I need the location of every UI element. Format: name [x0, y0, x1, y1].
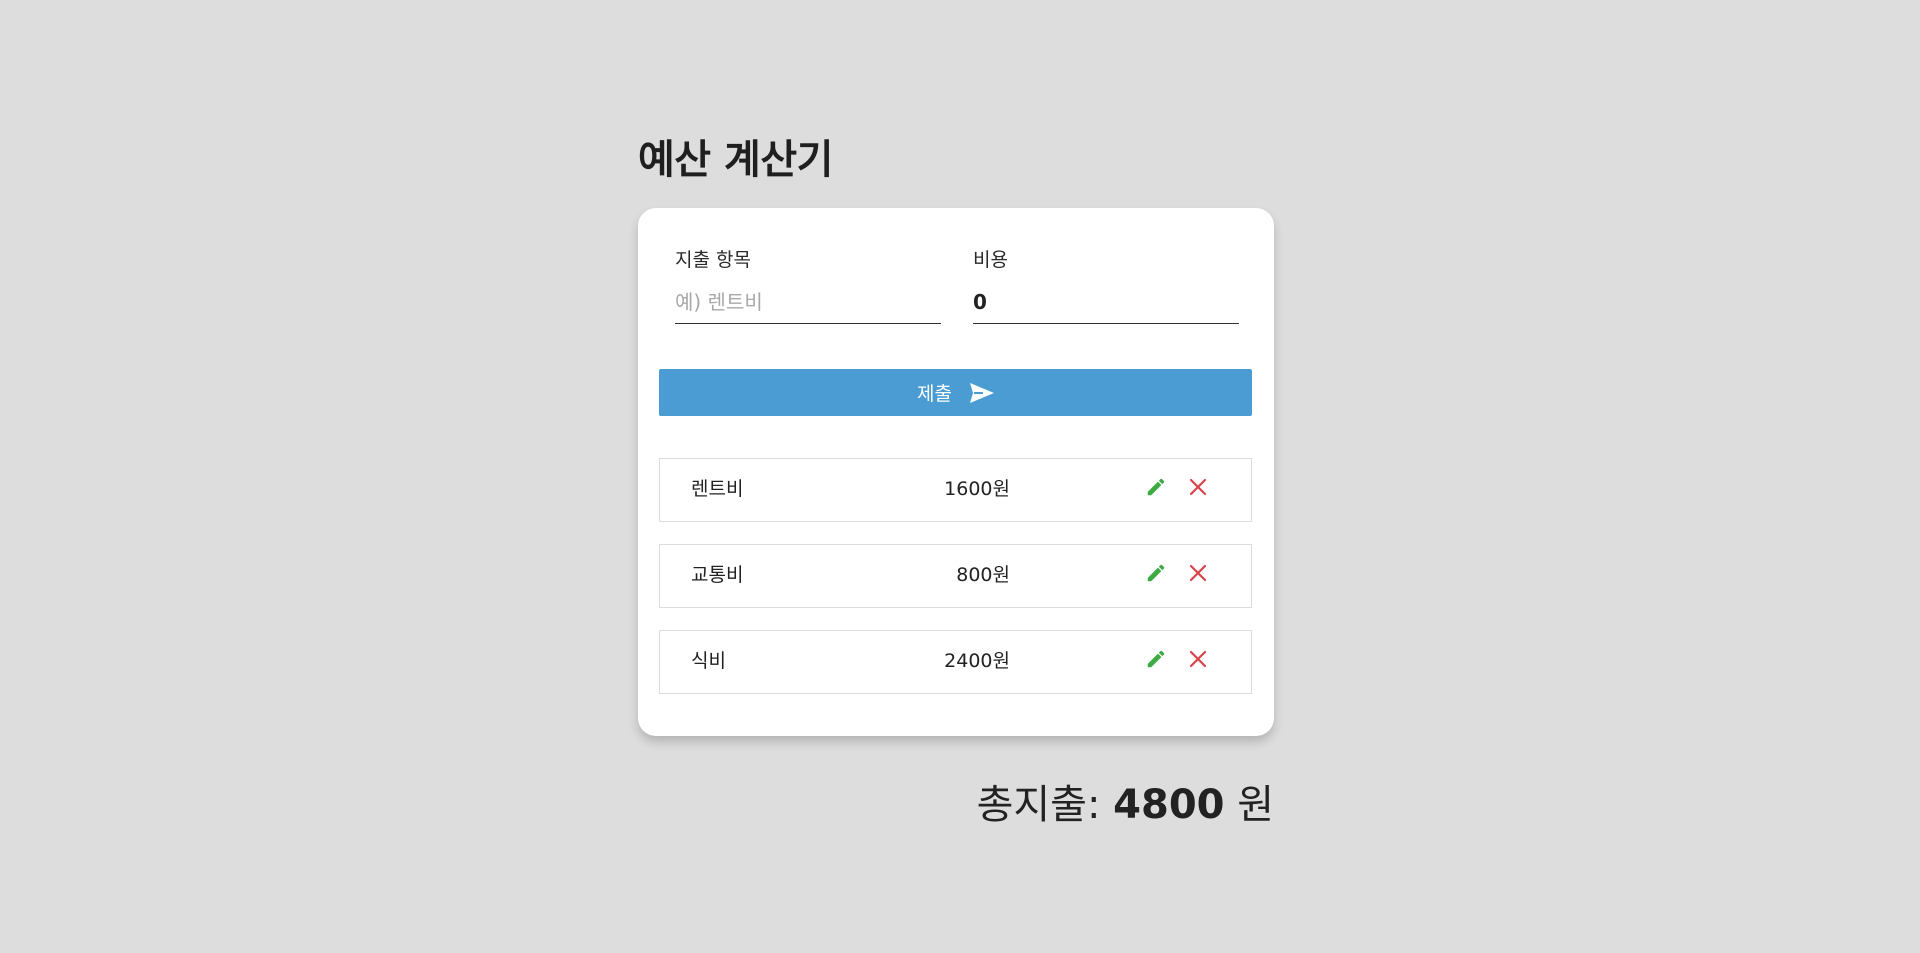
budget-calculator: 예산 계산기 지출 항목 비용 제출 렌트비 1600원 — [638, 130, 1274, 828]
expense-row: 렌트비 1600원 — [659, 458, 1252, 522]
expense-amount: 800원 — [956, 564, 1010, 586]
expense-amount: 2400원 — [944, 650, 1010, 672]
expense-name: 식비 — [691, 650, 726, 672]
cost-field: 비용 — [973, 248, 1239, 324]
close-icon — [1189, 478, 1207, 496]
cost-input[interactable] — [973, 280, 1239, 324]
pencil-icon — [1147, 478, 1165, 496]
expense-card: 지출 항목 비용 제출 렌트비 1600원 — [638, 208, 1274, 736]
edit-button[interactable] — [1144, 647, 1168, 671]
pencil-icon — [1147, 564, 1165, 582]
total-expense: 총지출: 4800 원 — [977, 775, 1274, 835]
expense-amount: 1600원 — [944, 478, 1010, 500]
edit-button[interactable] — [1144, 475, 1168, 499]
row-actions — [1144, 561, 1210, 585]
expense-name: 교통비 — [691, 564, 744, 586]
expense-row: 교통비 800원 — [659, 544, 1252, 608]
expense-name: 렌트비 — [691, 478, 744, 500]
expense-list: 렌트비 1600원 교통비 800원 식비 2400원 — [659, 458, 1252, 716]
submit-button[interactable]: 제출 — [659, 369, 1252, 416]
expense-item-input[interactable] — [675, 280, 941, 324]
delete-button[interactable] — [1186, 561, 1210, 585]
submit-label: 제출 — [917, 383, 952, 405]
edit-button[interactable] — [1144, 561, 1168, 585]
cost-label: 비용 — [973, 249, 1008, 271]
total-value: 4800 — [1113, 782, 1225, 828]
expense-row: 식비 2400원 — [659, 630, 1252, 694]
delete-button[interactable] — [1186, 475, 1210, 499]
total-label: 총지출: — [976, 782, 1114, 828]
page-title: 예산 계산기 — [638, 137, 833, 183]
delete-button[interactable] — [1186, 647, 1210, 671]
send-icon — [969, 382, 994, 403]
row-actions — [1144, 475, 1210, 499]
close-icon — [1189, 650, 1207, 668]
total-unit: 원 — [1224, 782, 1274, 828]
close-icon — [1189, 564, 1207, 582]
pencil-icon — [1147, 650, 1165, 668]
row-actions — [1144, 647, 1210, 671]
expense-item-field: 지출 항목 — [675, 248, 941, 324]
expense-item-label: 지출 항목 — [675, 249, 751, 271]
